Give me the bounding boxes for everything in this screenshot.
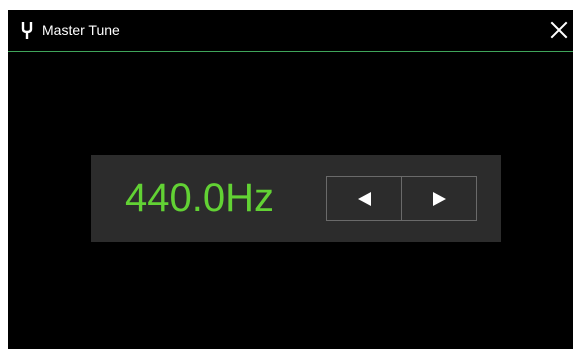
increase-button[interactable] [401, 177, 476, 220]
tune-stepper [326, 176, 477, 221]
title-bar: Master Tune [8, 10, 573, 52]
tune-panel: 440.0Hz [91, 155, 501, 242]
window-title: Master Tune [42, 22, 120, 38]
close-icon [550, 21, 568, 39]
master-tune-window: Master Tune 440.0Hz [8, 10, 573, 349]
frequency-value: 440.0Hz [125, 176, 274, 220]
tuning-fork-icon [20, 21, 34, 39]
triangle-right-icon [432, 191, 446, 206]
decrease-button[interactable] [327, 177, 401, 220]
close-button[interactable] [545, 16, 573, 44]
triangle-left-icon [357, 191, 371, 206]
